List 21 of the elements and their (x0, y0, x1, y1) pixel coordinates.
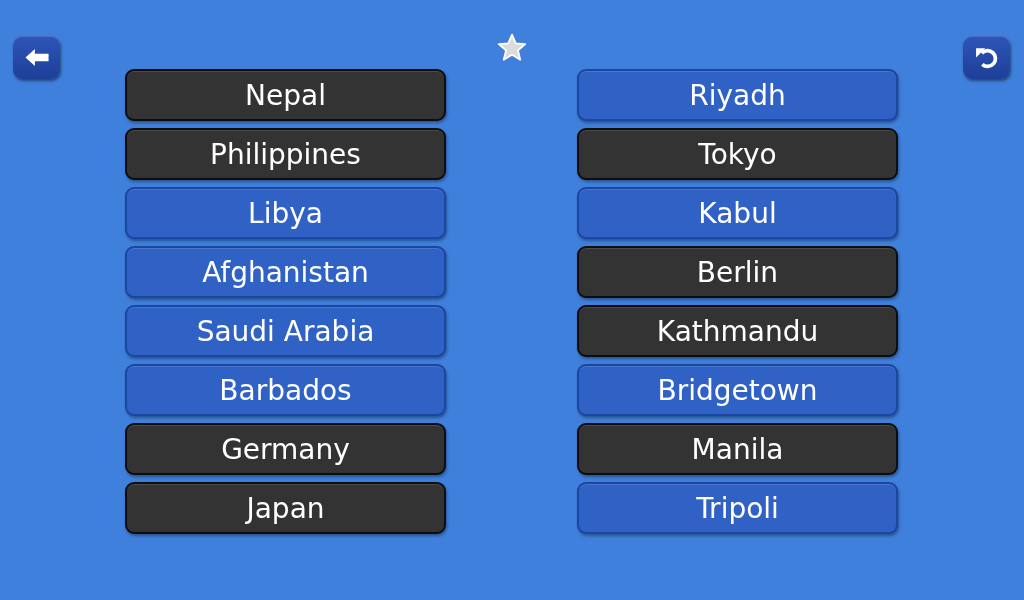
word-tile[interactable]: Berlin (577, 246, 898, 298)
word-tile[interactable]: Philippines (125, 128, 446, 180)
word-tile[interactable]: Libya (125, 187, 446, 239)
word-tile[interactable]: Tokyo (577, 128, 898, 180)
word-tile[interactable]: Kabul (577, 187, 898, 239)
word-tile[interactable]: Nepal (125, 69, 446, 121)
undo-icon (974, 45, 999, 70)
word-tile[interactable]: Saudi Arabia (125, 305, 446, 357)
undo-button[interactable] (963, 36, 1010, 79)
word-tile[interactable]: Barbados (125, 364, 446, 416)
word-tile[interactable]: Riyadh (577, 69, 898, 121)
left-arrow-icon (23, 47, 50, 68)
word-tile[interactable]: Manila (577, 423, 898, 475)
word-tile[interactable]: Kathmandu (577, 305, 898, 357)
star-icon (496, 33, 527, 62)
back-button[interactable] (13, 36, 60, 79)
word-tile[interactable]: Germany (125, 423, 446, 475)
word-tile[interactable]: Tripoli (577, 482, 898, 534)
word-tile[interactable]: Japan (125, 482, 446, 534)
word-tile[interactable]: Afghanistan (125, 246, 446, 298)
word-tile[interactable]: Bridgetown (577, 364, 898, 416)
